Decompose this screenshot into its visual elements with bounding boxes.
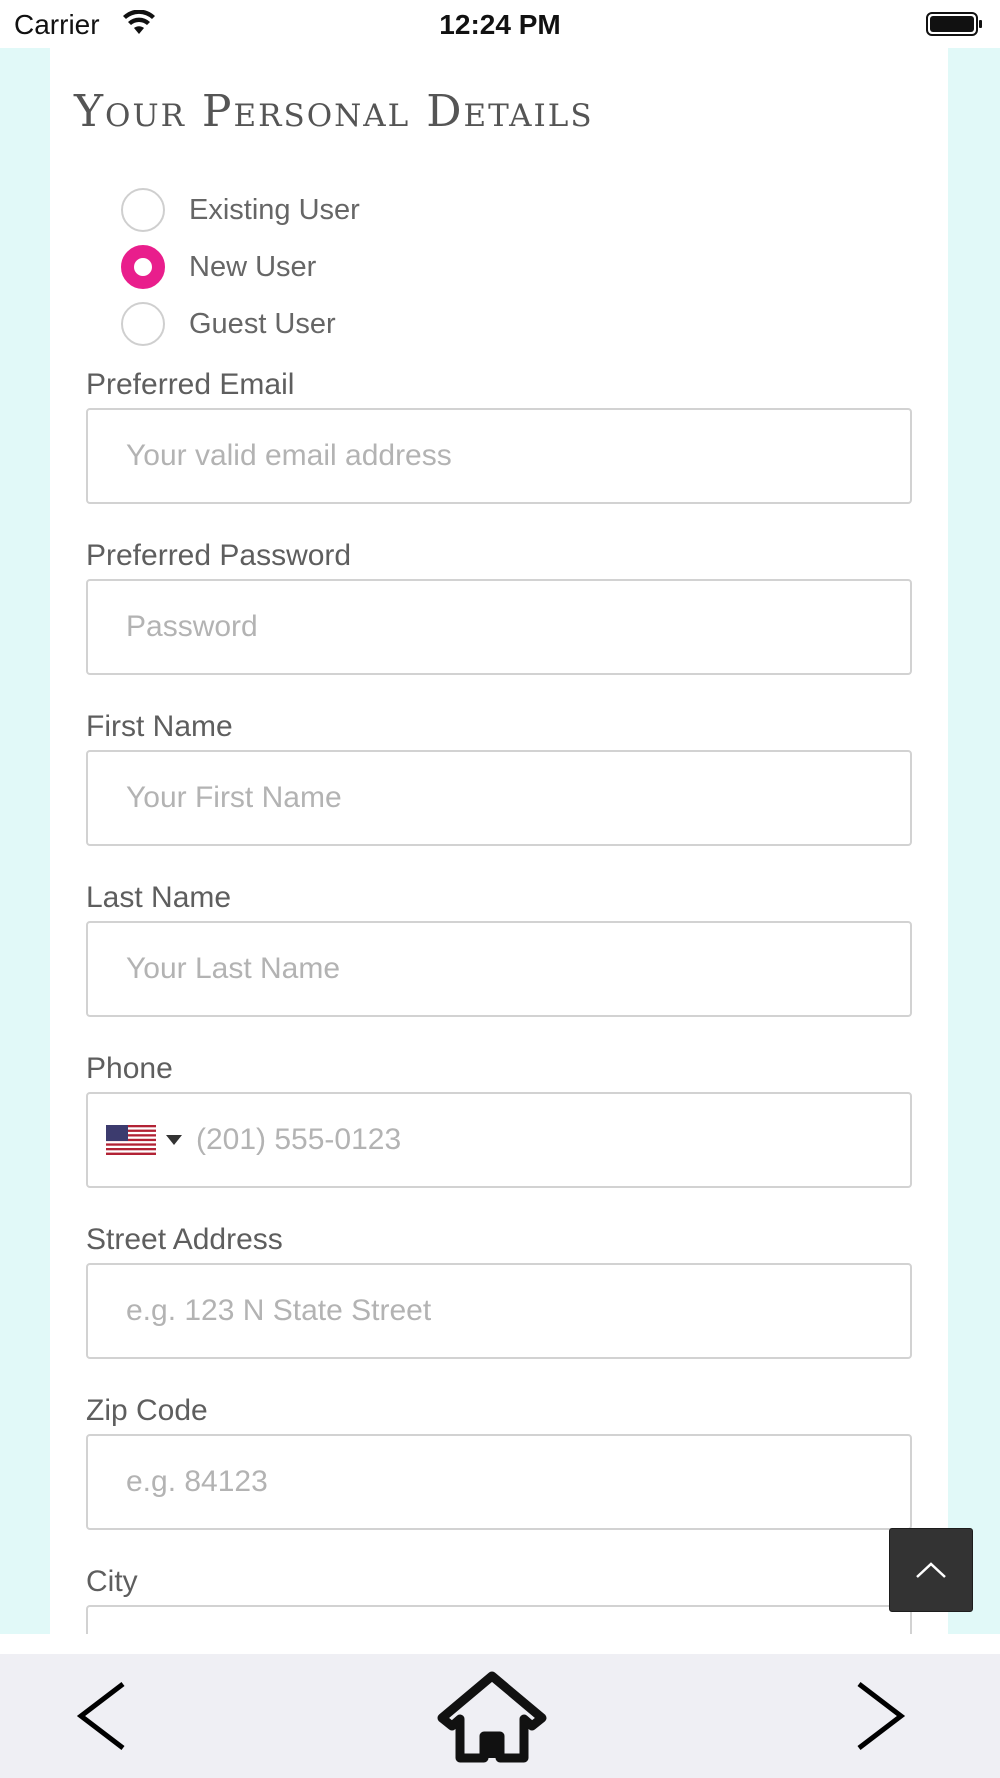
home-icon xyxy=(437,1671,547,1763)
status-bar: Carrier 12:24 PM xyxy=(0,0,1000,48)
radio-guest-user[interactable]: Guest User xyxy=(121,302,336,346)
email-field[interactable]: Your valid email address xyxy=(86,408,912,504)
forward-button[interactable] xyxy=(846,1678,916,1754)
chevron-up-icon xyxy=(916,1562,946,1578)
phone-label: Phone xyxy=(86,1052,173,1085)
zip-code-field[interactable]: e.g. 84123 xyxy=(86,1434,912,1530)
radio-button[interactable] xyxy=(121,302,165,346)
radio-button[interactable] xyxy=(121,188,165,232)
chevron-left-icon xyxy=(76,1682,125,1750)
radio-label: New User xyxy=(189,250,317,283)
radio-label: Existing User xyxy=(189,193,360,226)
first-name-label: First Name xyxy=(86,710,233,743)
last-name-label: Last Name xyxy=(86,881,232,914)
password-field[interactable]: Password xyxy=(86,579,912,675)
personal-details-form: Your Personal Details Existing User New … xyxy=(50,48,948,1634)
zip-code-label: Zip Code xyxy=(86,1394,208,1427)
street-address-label: Street Address xyxy=(86,1223,283,1256)
back-button[interactable] xyxy=(66,1678,136,1754)
zip-code-placeholder: e.g. 84123 xyxy=(126,1465,268,1498)
street-address-placeholder: e.g. 123 N State Street xyxy=(126,1294,432,1327)
radio-label: Guest User xyxy=(189,307,336,340)
street-address-field[interactable]: e.g. 123 N State Street xyxy=(86,1263,912,1359)
phone-placeholder: (201) 555-0123 xyxy=(196,1123,402,1156)
password-label: Preferred Password xyxy=(86,539,352,572)
us-flag-icon[interactable] xyxy=(106,1125,156,1155)
page-title: Your Personal Details xyxy=(74,86,594,137)
right-side-panel xyxy=(948,48,1000,1634)
city-field[interactable] xyxy=(86,1605,912,1634)
country-dropdown-caret-icon[interactable] xyxy=(166,1135,182,1145)
phone-field[interactable]: (201) 555-0123 xyxy=(86,1092,912,1188)
password-placeholder: Password xyxy=(126,610,258,643)
radio-existing-user[interactable]: Existing User xyxy=(121,188,360,232)
status-time: 12:24 PM xyxy=(439,9,561,40)
email-label: Preferred Email xyxy=(86,368,295,401)
radio-new-user[interactable]: New User xyxy=(121,245,316,289)
radio-button-selected[interactable] xyxy=(121,245,165,289)
battery-icon xyxy=(926,12,982,36)
city-label: City xyxy=(86,1565,138,1598)
last-name-field[interactable]: Your Last Name xyxy=(86,921,912,1017)
scroll-to-top-button[interactable] xyxy=(889,1528,973,1612)
left-side-panel xyxy=(0,48,50,1634)
email-placeholder: Your valid email address xyxy=(126,439,452,472)
home-button[interactable] xyxy=(436,1668,548,1766)
chevron-right-icon xyxy=(857,1682,906,1750)
first-name-field[interactable]: Your First Name xyxy=(86,750,912,846)
last-name-placeholder: Your Last Name xyxy=(126,952,341,985)
first-name-placeholder: Your First Name xyxy=(126,781,342,814)
bottom-toolbar xyxy=(0,1654,1000,1778)
